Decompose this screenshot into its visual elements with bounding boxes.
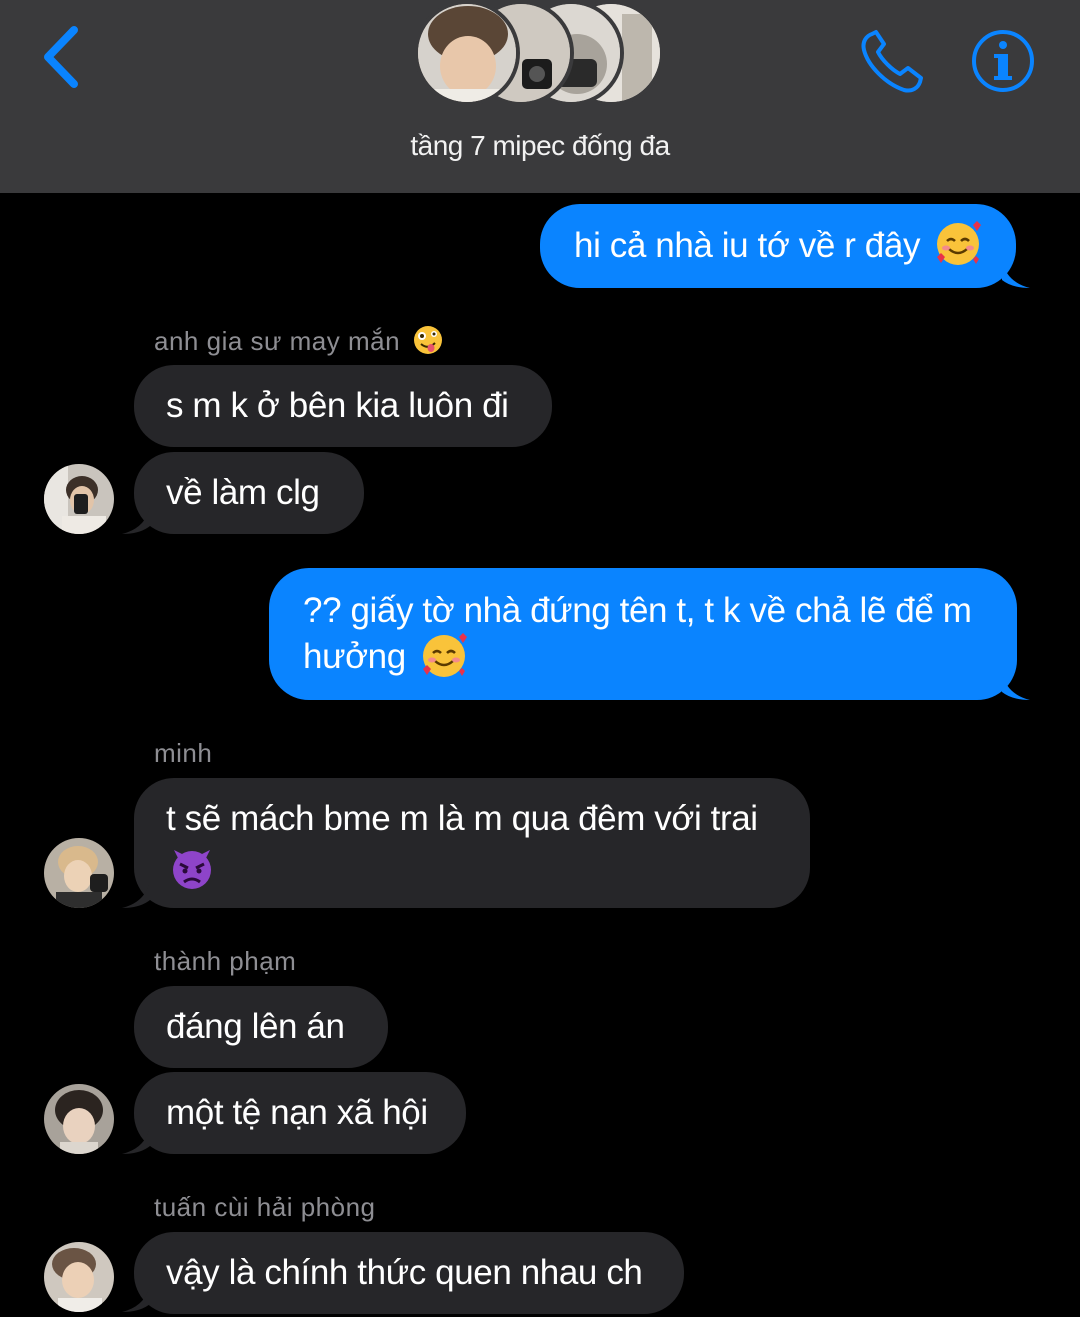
sender-name: anh gia sư may mắn [154,326,444,357]
incoming-message-bubble[interactable]: về làm clg [134,452,364,534]
conversation-title[interactable]: tầng 7 mipec đống đa [0,130,1080,162]
message-text-line: hưởng [303,637,406,676]
incoming-message-bubble[interactable]: t sẽ mách bme m là m qua đêm với trai [134,778,810,908]
message-text-line: ?? giấy tờ nhà đứng tên t, t k về chả lẽ… [303,591,972,630]
group-avatar-stack[interactable] [408,0,670,112]
angry-face-with-horns-icon [173,850,211,889]
avatar[interactable] [44,1084,114,1154]
incoming-message-bubble[interactable]: đáng lên án [134,986,388,1068]
message-text: đáng lên án [166,1007,345,1046]
smiling-face-with-hearts-icon [423,632,468,677]
incoming-message-bubble[interactable]: vậy là chính thức quen nhau ch [134,1232,684,1314]
chevron-left-icon[interactable] [36,22,88,92]
avatar[interactable] [44,1242,114,1312]
phone-icon[interactable] [858,28,928,94]
bubble-tail [122,1126,150,1154]
sender-name: tuấn cùi hải phòng [154,1192,376,1222]
message-text: s m k ở bên kia luôn đi [166,386,509,425]
sender-name: thành phạm [154,946,297,976]
group-member-avatar [414,0,520,106]
avatar[interactable] [44,838,114,908]
message-text: vậy là chính thức quen nhau ch [166,1253,643,1292]
info-icon[interactable] [970,28,1036,94]
message-text: một tệ nạn xã hội [166,1093,428,1132]
avatar[interactable] [44,464,114,534]
sender-name: minh [154,738,213,768]
incoming-message-bubble[interactable]: s m k ở bên kia luôn đi [134,365,552,447]
message-text: về làm clg [166,473,320,512]
bubble-tail [122,880,150,908]
message-text: hi cả nhà iu tớ về r đây [574,226,921,265]
incoming-message-bubble[interactable]: một tệ nạn xã hội [134,1072,466,1154]
bubble-tail [122,1284,150,1312]
bubble-tail [1002,260,1030,288]
message-text: t sẽ mách bme m là m qua đêm với trai [166,799,758,838]
bubble-tail [122,506,150,534]
zany-face-icon [413,326,442,355]
smiling-face-with-hearts-icon [937,220,982,265]
chat-header: tầng 7 mipec đống đa [0,0,1080,193]
outgoing-message-bubble[interactable]: ?? giấy tờ nhà đứng tên t, t k về chả lẽ… [269,568,1017,700]
bubble-tail [1002,672,1030,700]
outgoing-message-bubble[interactable]: hi cả nhà iu tớ về r đây [540,204,1016,288]
